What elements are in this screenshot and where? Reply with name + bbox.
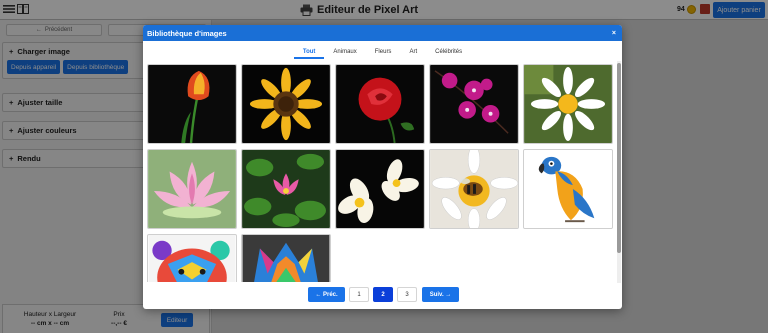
image-tile-parrot[interactable] (523, 149, 613, 229)
image-tile-colorful-wolf-art[interactable] (241, 234, 331, 282)
image-tile-colorful-bear-art[interactable] (147, 234, 237, 282)
parrot-image (524, 150, 612, 228)
image-tile-red-rose[interactable] (335, 64, 425, 144)
tulip-image (148, 65, 236, 143)
red-rose-image (336, 65, 424, 143)
image-tile-tulip[interactable] (147, 64, 237, 144)
image-tile-orchid[interactable] (429, 64, 519, 144)
previous-page-button[interactable]: ← Préc. (308, 287, 345, 302)
tab-flowers[interactable]: Fleurs (366, 45, 401, 59)
modal-header: Bibliothèque d'images × (143, 25, 622, 41)
bee-on-flower-image (430, 150, 518, 228)
image-grid (147, 64, 618, 282)
category-tabs: Tout Animaux Fleurs Art Célébrités (143, 45, 622, 59)
close-icon[interactable]: × (612, 30, 616, 37)
frangipani-image (336, 150, 424, 228)
image-tile-daisy[interactable] (523, 64, 613, 144)
lotus-image (148, 150, 236, 228)
colorful-wolf-art-image (242, 235, 330, 282)
sunflower-image (242, 65, 330, 143)
image-tile-frangipani[interactable] (335, 149, 425, 229)
page-1-button[interactable]: 1 (349, 287, 369, 302)
image-tile-sunflower[interactable] (241, 64, 331, 144)
pagination: ← Préc. 1 2 3 Suiv. → (143, 287, 622, 303)
scroll-thumb[interactable] (617, 63, 621, 253)
tab-celebrities[interactable]: Célébrités (426, 45, 471, 59)
modal-title: Bibliothèque d'images (147, 28, 227, 38)
next-page-button[interactable]: Suiv. → (422, 287, 459, 302)
colorful-bear-art-image (148, 235, 236, 282)
water-lily-image (242, 150, 330, 228)
tab-animals[interactable]: Animaux (324, 45, 365, 59)
tab-art[interactable]: Art (400, 45, 426, 59)
image-tile-water-lily[interactable] (241, 149, 331, 229)
image-tile-bee-on-flower[interactable] (429, 149, 519, 229)
orchid-image (430, 65, 518, 143)
tab-all[interactable]: Tout (293, 45, 325, 59)
image-library-modal: Bibliothèque d'images × Tout Animaux Fle… (143, 25, 622, 309)
page-3-button[interactable]: 3 (397, 287, 417, 302)
grid-scrollbar[interactable] (617, 61, 621, 283)
daisy-image (524, 65, 612, 143)
image-tile-lotus[interactable] (147, 149, 237, 229)
page-2-button[interactable]: 2 (373, 287, 393, 302)
